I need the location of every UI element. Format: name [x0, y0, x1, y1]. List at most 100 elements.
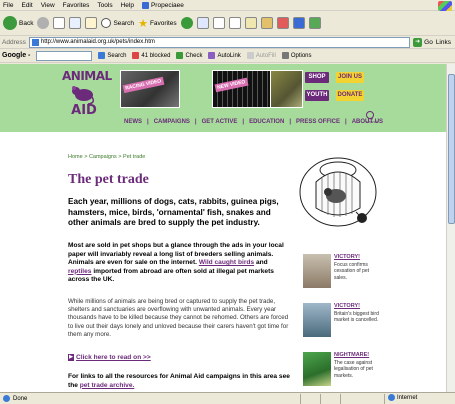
magnifier-icon	[366, 111, 374, 119]
google-search-input[interactable]	[36, 50, 93, 61]
print-button[interactable]	[228, 17, 241, 29]
internet-globe-icon	[388, 394, 395, 401]
go-button[interactable]: ➜ Go	[413, 37, 433, 47]
sidebar-headline[interactable]: VICTORY!	[334, 254, 360, 260]
site-header: ANIMAL AID RACING VIDEO NEW VIDEO SHOP J…	[0, 64, 446, 132]
menu-addon[interactable]: Propeciaee	[141, 1, 184, 9]
nav-education[interactable]: EDUCATION	[249, 119, 284, 125]
body-paragraph: While millions of animals are being bred…	[68, 298, 289, 338]
discuss-button[interactable]	[276, 17, 289, 29]
nav-campaigns[interactable]: CAMPAIGNS	[154, 119, 190, 125]
page-icon	[31, 38, 39, 46]
google-search-button[interactable]: Search	[98, 52, 126, 59]
new-video-banner[interactable]: NEW VIDEO	[212, 70, 272, 108]
reptiles-link[interactable]: reptiles	[68, 268, 91, 275]
menu-file[interactable]: File	[3, 2, 13, 9]
favorites-button[interactable]: ★ Favorites	[138, 17, 177, 30]
read-more-link[interactable]: ▶ Click here to read on >>	[68, 354, 151, 361]
edit-button[interactable]	[244, 17, 257, 29]
nav-get-active[interactable]: GET ACTIVE	[202, 119, 238, 125]
main-nav: NEWS | CAMPAIGNS | GET ACTIVE | EDUCATION | …	[124, 119, 384, 125]
animal-aid-logo[interactable]: ANIMAL AID	[62, 70, 112, 128]
messenger-button[interactable]	[292, 17, 305, 29]
archive-paragraph: For links to all the resources for Anima…	[68, 373, 290, 389]
back-arrow-icon	[3, 16, 17, 30]
page-done-icon	[3, 395, 10, 402]
addon-icon	[141, 1, 149, 9]
google-g-icon	[98, 52, 106, 59]
address-bar: Address http://www.animalaid.org.uk/pets…	[0, 36, 455, 49]
folder-button[interactable]	[260, 17, 273, 29]
address-url: http://www.animalaid.org.uk/pets/index.h…	[40, 39, 155, 45]
research-button[interactable]	[308, 17, 321, 29]
lead-paragraph: Each year, millions of dogs, cats, rabbi…	[68, 197, 279, 227]
menu-favorites[interactable]: Favorites	[63, 2, 90, 9]
sidebar-thumbnail	[303, 352, 331, 386]
mail-button[interactable]	[212, 17, 225, 29]
spell-check-button[interactable]: Check	[176, 52, 202, 59]
sidebar-thumbnail	[303, 303, 331, 337]
options-icon	[281, 52, 289, 59]
video-banner-image[interactable]	[270, 70, 303, 108]
status-bar: Done Internet	[0, 392, 455, 404]
refresh-button[interactable]	[69, 17, 82, 29]
autofill-icon	[246, 52, 254, 59]
breadcrumb[interactable]: Home > Campaigns > Pet trade	[68, 154, 145, 160]
popup-blocker-icon	[132, 52, 140, 59]
nav-news[interactable]: NEWS	[124, 119, 142, 125]
back-button[interactable]: Back	[3, 16, 33, 30]
autofill-button[interactable]: AutoFill	[246, 52, 276, 59]
sidebar-thumbnail	[303, 254, 331, 288]
nav-press-office[interactable]: PRESS OFFICE	[296, 119, 340, 125]
media-button[interactable]	[180, 17, 193, 29]
caged-animal-cartoon	[299, 157, 377, 227]
menu-tools[interactable]: Tools	[97, 2, 112, 9]
racing-video-banner[interactable]: RACING VIDEO	[120, 70, 180, 108]
windows-logo-icon	[438, 1, 452, 11]
status-text: Done	[13, 395, 28, 402]
google-logo[interactable]: Google -	[2, 52, 30, 59]
star-icon: ★	[138, 17, 148, 30]
scrollbar-thumb[interactable]	[448, 74, 455, 224]
sidebar-text: Focus confirms cessation of pet sales.	[334, 262, 370, 281]
shop-button[interactable]: SHOP	[305, 72, 329, 83]
search-button[interactable]: Search	[101, 18, 134, 28]
search-icon	[101, 18, 112, 28]
forward-button[interactable]	[37, 17, 50, 29]
join-us-button[interactable]: JOIN US	[336, 72, 364, 83]
popup-blocked-button[interactable]: 41 blocked	[132, 52, 170, 59]
sidebar-headline[interactable]: VICTORY!	[334, 303, 360, 309]
menu-help[interactable]: Help	[121, 2, 134, 9]
sidebar-text: Britain's biggest bird market is cancell…	[334, 311, 379, 324]
browser-toolbar: Back Search ★ Favorites	[0, 11, 455, 36]
web-page: ANIMAL AID RACING VIDEO NEW VIDEO SHOP J…	[0, 64, 455, 392]
site-search-button[interactable]: search	[366, 111, 378, 129]
autolink-button[interactable]: AutoLink	[208, 52, 241, 59]
youth-button[interactable]: YOUTH	[305, 90, 329, 101]
address-input[interactable]: http://www.animalaid.org.uk/pets/index.h…	[28, 36, 411, 48]
go-arrow-icon: ➜	[413, 37, 423, 47]
page-title: The pet trade	[68, 172, 149, 187]
sidebar-text: The case against legalisation of pet mar…	[334, 360, 373, 379]
donate-button[interactable]: DONATE	[336, 90, 364, 101]
rat-logo-icon	[72, 86, 95, 105]
options-button[interactable]: Options	[281, 52, 312, 59]
links-button[interactable]: Links	[436, 39, 451, 46]
pet-trade-archive-link[interactable]: pet trade archive.	[80, 382, 135, 389]
stop-button[interactable]	[53, 17, 66, 29]
vertical-scrollbar[interactable]	[446, 64, 455, 392]
menu-view[interactable]: View	[41, 2, 55, 9]
autolink-icon	[208, 52, 216, 59]
history-button[interactable]	[196, 17, 209, 29]
google-toolbar: Google - Search 41 blocked Check AutoLin…	[0, 49, 455, 63]
arrow-bullet-icon: ▶	[68, 354, 74, 361]
intro-paragraph: Most are sold in pet shops but a glance …	[68, 242, 284, 284]
sidebar-headline[interactable]: NIGHTMARE!	[334, 352, 369, 358]
menu-edit[interactable]: Edit	[21, 2, 32, 9]
home-button[interactable]	[85, 17, 98, 29]
security-zone: Internet	[388, 394, 417, 401]
address-label: Address	[2, 38, 26, 46]
menu-bar: File Edit View Favorites Tools Help Prop…	[0, 0, 455, 11]
wild-caught-birds-link[interactable]: Wild caught birds	[199, 259, 254, 266]
check-icon	[176, 52, 184, 59]
